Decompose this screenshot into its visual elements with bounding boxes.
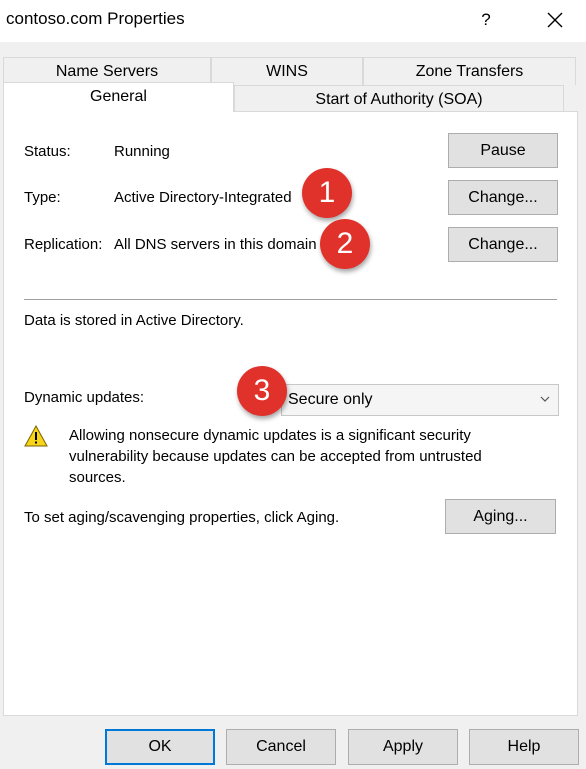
tab-label: Start of Authority (SOA) — [315, 91, 483, 108]
ok-button[interactable]: OK — [105, 729, 215, 765]
chevron-down-icon — [540, 396, 550, 402]
window-title: contoso.com Properties — [6, 9, 185, 28]
close-button[interactable] — [536, 4, 574, 36]
tab-label: Zone Transfers — [415, 63, 524, 80]
storage-note: Data is stored in Active Directory. — [24, 312, 244, 329]
warning-text: Allowing nonsecure dynamic updates is a … — [69, 427, 482, 486]
title-bar: contoso.com Properties ? — [0, 0, 586, 42]
callout-3: 3 — [237, 366, 287, 416]
tab-start-of-authority[interactable]: Start of Authority (SOA) — [234, 85, 564, 112]
type-value: Active Directory-Integrated — [114, 189, 292, 206]
tab-label: WINS — [266, 63, 308, 80]
dynamic-updates-label: Dynamic updates: — [24, 389, 145, 406]
apply-button[interactable]: Apply — [348, 729, 458, 765]
callout-2: 2 — [320, 219, 370, 269]
replication-label: Replication: — [24, 236, 103, 253]
dynamic-updates-value: Secure only — [288, 391, 373, 408]
close-icon — [547, 12, 563, 28]
status-label: Status: — [24, 143, 71, 160]
aging-note: To set aging/scavenging properties, clic… — [24, 509, 340, 526]
warning-icon — [24, 425, 48, 447]
change-type-button[interactable]: Change... — [448, 180, 558, 215]
change-replication-button[interactable]: Change... — [448, 227, 558, 262]
dynamic-updates-select[interactable]: Secure only — [281, 384, 559, 416]
tab-label: General — [90, 88, 147, 105]
divider — [24, 299, 557, 300]
cancel-button[interactable]: Cancel — [226, 729, 336, 765]
help-footer-button[interactable]: Help — [469, 729, 579, 765]
tab-zone-transfers[interactable]: Zone Transfers — [363, 57, 576, 85]
status-value: Running — [114, 143, 170, 160]
aging-button[interactable]: Aging... — [445, 499, 556, 534]
help-button[interactable]: ? — [468, 4, 504, 36]
callout-1: 1 — [302, 168, 352, 218]
tab-general[interactable]: General — [3, 82, 234, 112]
tab-name-servers[interactable]: Name Servers — [3, 57, 211, 85]
pause-button[interactable]: Pause — [448, 133, 558, 168]
tab-wins[interactable]: WINS — [211, 57, 363, 85]
type-label: Type: — [24, 189, 61, 206]
replication-value: All DNS servers in this domain — [114, 236, 317, 253]
